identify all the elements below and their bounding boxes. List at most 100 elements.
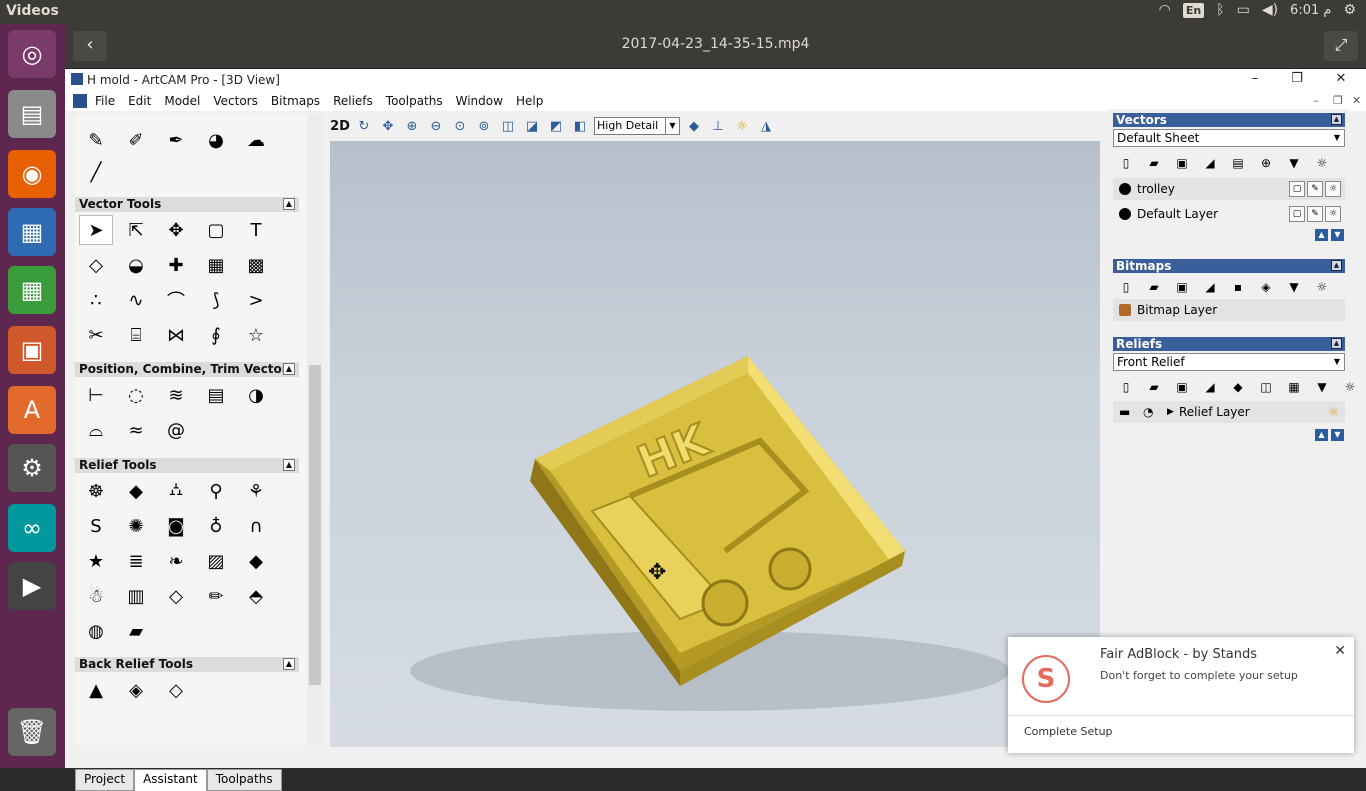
keyboard-layout-indicator[interactable]: En xyxy=(1182,2,1205,18)
lightbulb-icon[interactable]: ☼ xyxy=(1311,153,1333,173)
back-relief-block-icon[interactable]: ▲ xyxy=(79,675,113,705)
pen-tool-icon[interactable]: ✎ xyxy=(79,125,113,155)
zoom-box-icon[interactable]: ⊚ xyxy=(474,117,494,135)
menu-file[interactable]: File xyxy=(95,94,115,108)
firefox-icon[interactable]: ◉ xyxy=(8,150,56,198)
tab-assistant[interactable]: Assistant xyxy=(134,769,207,791)
grid-icon[interactable]: ▩ xyxy=(239,250,273,280)
save-icon[interactable]: ▣ xyxy=(1171,277,1193,297)
back-relief-stack-icon[interactable]: ◇ xyxy=(159,675,193,705)
bluetooth-icon[interactable]: ᛒ xyxy=(1216,2,1224,18)
wrap-icon[interactable]: ⌓ xyxy=(79,415,113,445)
new-icon[interactable]: ▯ xyxy=(1115,377,1137,397)
relief-pen-icon[interactable]: ✏ xyxy=(199,581,233,611)
menu-edit[interactable]: Edit xyxy=(128,94,151,108)
wifi-icon[interactable]: ◠ xyxy=(1159,2,1171,18)
lightbulb-icon[interactable]: ☼ xyxy=(1311,277,1333,297)
detail-level-select[interactable]: High Detail ▼ xyxy=(594,117,680,135)
lightbulb-icon[interactable]: ☼ xyxy=(732,117,752,135)
paint-icon[interactable]: ◢ xyxy=(1199,377,1221,397)
save-icon[interactable]: ▣ xyxy=(1171,153,1193,173)
visibility-icon[interactable]: ☼ xyxy=(1325,181,1341,197)
relief-raise-icon[interactable]: ⛼ xyxy=(159,476,193,506)
fullscreen-button[interactable]: ⤢ xyxy=(1324,31,1358,61)
front-view-icon[interactable]: ◪ xyxy=(522,117,542,135)
menu-help[interactable]: Help xyxy=(516,94,543,108)
section-relief-tools[interactable]: Relief Tools ▲ xyxy=(75,458,299,473)
relief-knot-icon[interactable]: ✺ xyxy=(119,511,153,541)
merge-icon[interactable]: ◆ xyxy=(1227,377,1249,397)
close-button[interactable]: ✕ xyxy=(1331,71,1351,86)
relief-select[interactable]: Front Relief ▼ xyxy=(1113,353,1345,371)
volume-icon[interactable]: ◀) xyxy=(1262,2,1278,18)
relief-layer[interactable]: ▬ ◔ ▶ Relief Layer ☼ xyxy=(1113,401,1345,423)
3d-view[interactable]: HK ✥ xyxy=(330,141,1100,747)
vector-layer-default[interactable]: Default Layer ▢ ✎ ☼ xyxy=(1113,203,1345,225)
open-folder-icon[interactable]: ▰ xyxy=(1143,277,1165,297)
relief-import-icon[interactable]: ⬘ xyxy=(239,581,273,611)
collapse-icon[interactable]: ▲ xyxy=(283,459,295,471)
collapse-icon[interactable]: ▲ xyxy=(283,363,295,375)
menu-reliefs[interactable]: Reliefs xyxy=(333,94,373,108)
weld-icon[interactable]: ✚ xyxy=(159,250,193,280)
move-down-icon[interactable]: ▼ xyxy=(1331,429,1344,441)
writer-icon[interactable]: ▦ xyxy=(8,208,56,256)
new-icon[interactable]: ▯ xyxy=(1115,153,1137,173)
collapse-icon[interactable]: ▲ xyxy=(1331,260,1342,271)
relief-folder-icon[interactable]: ▰ xyxy=(119,616,153,646)
ubuntu-logo-icon[interactable]: ◎ xyxy=(8,30,56,78)
section-position-combine-trim[interactable]: Position, Combine, Trim Vectors ▲ xyxy=(75,362,299,377)
tab-project[interactable]: Project xyxy=(75,769,135,791)
spiral-icon[interactable]: @ xyxy=(159,415,193,445)
menu-bitmaps[interactable]: Bitmaps xyxy=(271,94,320,108)
expand-arrow-icon[interactable]: ▶ xyxy=(1167,401,1174,423)
relief-view-icon[interactable]: ◫ xyxy=(1255,377,1277,397)
move-up-icon[interactable]: ▲ xyxy=(1315,229,1328,241)
cylinder-icon[interactable]: ⌸ xyxy=(119,320,153,350)
chevron-down-icon[interactable]: ▼ xyxy=(1330,130,1344,146)
dropper-tool-icon[interactable]: ✒ xyxy=(159,125,193,155)
relief-layers-icon[interactable]: ≣ xyxy=(119,546,153,576)
menu-toolpaths[interactable]: Toolpaths xyxy=(386,94,443,108)
menu-window[interactable]: Window xyxy=(456,94,503,108)
section-vector-tools[interactable]: Vector Tools ▲ xyxy=(75,197,299,212)
move-up-icon[interactable]: ▲ xyxy=(1315,429,1328,441)
relief-mascot-icon[interactable]: ☃ xyxy=(79,581,113,611)
relief-shape-icon[interactable]: ☸ xyxy=(79,476,113,506)
collapse-icon[interactable]: ▲ xyxy=(283,658,295,670)
chevron-down-icon[interactable]: ▼ xyxy=(1330,354,1344,370)
arduino-icon[interactable]: ∞ xyxy=(8,504,56,552)
offset-icon[interactable]: ∮ xyxy=(199,320,233,350)
mdi-restore-button[interactable]: ❐ xyxy=(1333,94,1343,107)
2d-view-button[interactable]: 2D xyxy=(330,117,350,135)
collapse-icon[interactable]: ▲ xyxy=(283,198,295,210)
gear-icon[interactable]: ⚙ xyxy=(1343,2,1356,18)
circle-array-icon[interactable]: ◌ xyxy=(119,380,153,410)
nodes-icon[interactable]: ∴ xyxy=(79,285,113,315)
zoom-fit-icon[interactable]: ⊙ xyxy=(450,117,470,135)
chevron-down-icon[interactable]: ▼ xyxy=(665,118,679,134)
relief-sphere-icon[interactable]: ◍ xyxy=(79,616,113,646)
join-icon[interactable]: ⋈ xyxy=(159,320,193,350)
delete-icon[interactable]: ▼ xyxy=(1311,377,1333,397)
clock[interactable]: 6:01 م xyxy=(1290,3,1331,18)
boolean-icon[interactable]: ◑ xyxy=(239,380,273,410)
top-view-icon[interactable]: ◧ xyxy=(570,117,590,135)
lightbulb-icon[interactable]: ☼ xyxy=(1328,401,1339,423)
vector-layer-trolley[interactable]: trolley ▢ ✎ ☼ xyxy=(1113,178,1345,200)
video-editor-icon[interactable]: ▶ xyxy=(8,562,56,610)
calc-icon[interactable]: ▦ xyxy=(8,266,56,314)
side-view-icon[interactable]: ◩ xyxy=(546,117,566,135)
visibility-icon[interactable]: ☼ xyxy=(1325,206,1341,222)
panel-scrollbar[interactable] xyxy=(307,115,323,745)
zoom-in-icon[interactable]: ⊕ xyxy=(402,117,422,135)
relief-mushroom-icon[interactable]: ⚲ xyxy=(199,476,233,506)
relief-feather-icon[interactable]: ❧ xyxy=(159,546,193,576)
zoom-out-icon[interactable]: ⊖ xyxy=(426,117,446,135)
vector-sheet-select[interactable]: Default Sheet ▼ xyxy=(1113,129,1345,147)
tab-toolpaths[interactable]: Toolpaths xyxy=(206,769,282,791)
fillet-icon[interactable]: ⟆ xyxy=(199,285,233,315)
bitmap-icon[interactable]: ◈ xyxy=(1255,277,1277,297)
relief-fill-icon[interactable]: ◆ xyxy=(239,546,273,576)
spline-icon[interactable]: ⌒ xyxy=(159,285,193,315)
